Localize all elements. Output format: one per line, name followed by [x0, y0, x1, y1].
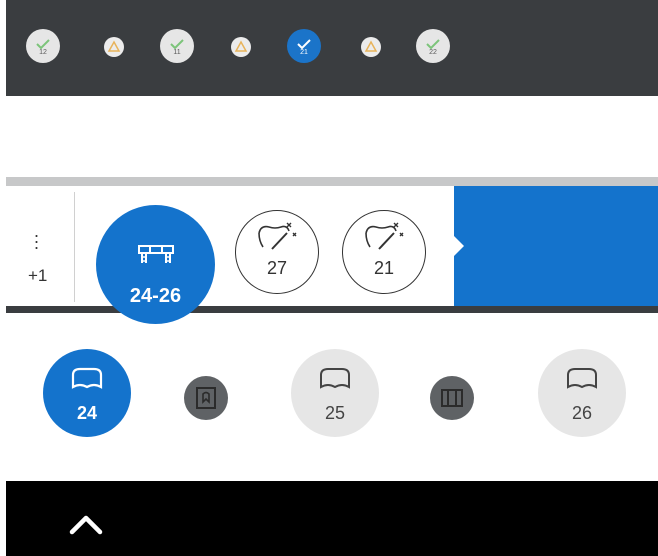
step-tooth-21[interactable]: 21 [287, 29, 321, 63]
connector-icon [196, 387, 216, 409]
step-tooth-22[interactable]: 22 [416, 29, 450, 63]
warning-icon [364, 40, 378, 52]
tooth-label: 25 [324, 403, 346, 423]
tool-label: 21 [373, 258, 395, 278]
panel-top-border [6, 177, 658, 186]
step-tooth-12[interactable]: 12 [26, 29, 60, 63]
tooth-27-button[interactable]: 27 [235, 210, 319, 294]
tooth-26-button[interactable]: 26 [538, 349, 626, 437]
step-label: 12 [39, 49, 47, 56]
step-tooth-11[interactable]: 11 [160, 29, 194, 63]
toolbar-blue-area [454, 186, 658, 306]
step-label: 21 [300, 49, 308, 56]
tooth-21-button[interactable]: 21 [342, 210, 426, 294]
step-warning[interactable] [104, 37, 124, 57]
chevron-up-icon[interactable] [68, 514, 104, 536]
check-icon [426, 39, 440, 50]
check-icon [297, 39, 311, 50]
bridge-24-26-button[interactable]: 24-26 [96, 205, 215, 324]
tooth-edit-icon [258, 222, 297, 250]
step-label: 22 [429, 49, 437, 56]
step-label: 11 [173, 49, 181, 56]
tooth-icon [71, 367, 103, 389]
check-icon [170, 39, 184, 50]
connector-button[interactable] [430, 376, 474, 420]
toolbar-divider [74, 192, 75, 302]
tooth-icon [320, 368, 350, 389]
more-options-button[interactable]: ... +1 [14, 222, 64, 292]
tooth-label: 26 [571, 403, 593, 423]
more-vertical-icon: ... [34, 221, 40, 253]
tooth-24-button[interactable]: 24 [43, 349, 131, 437]
bridge-label: 24-26 [129, 285, 182, 307]
connector-button[interactable] [184, 376, 228, 420]
step-warning[interactable] [361, 37, 381, 57]
connector-icon [441, 389, 463, 407]
step-warning[interactable] [231, 37, 251, 57]
tooth-edit-icon [365, 222, 404, 250]
tooth-25-button[interactable]: 25 [291, 349, 379, 437]
tooth-label: 24 [76, 403, 98, 423]
tooth-icon [567, 368, 597, 389]
tool-label: 27 [266, 258, 288, 278]
warning-icon [107, 40, 121, 52]
check-icon [36, 39, 50, 50]
more-count: +1 [28, 266, 48, 285]
warning-icon [234, 40, 248, 52]
toolbar-pointer [454, 236, 464, 256]
bridge-icon [138, 245, 174, 263]
spacer [0, 96, 658, 176]
